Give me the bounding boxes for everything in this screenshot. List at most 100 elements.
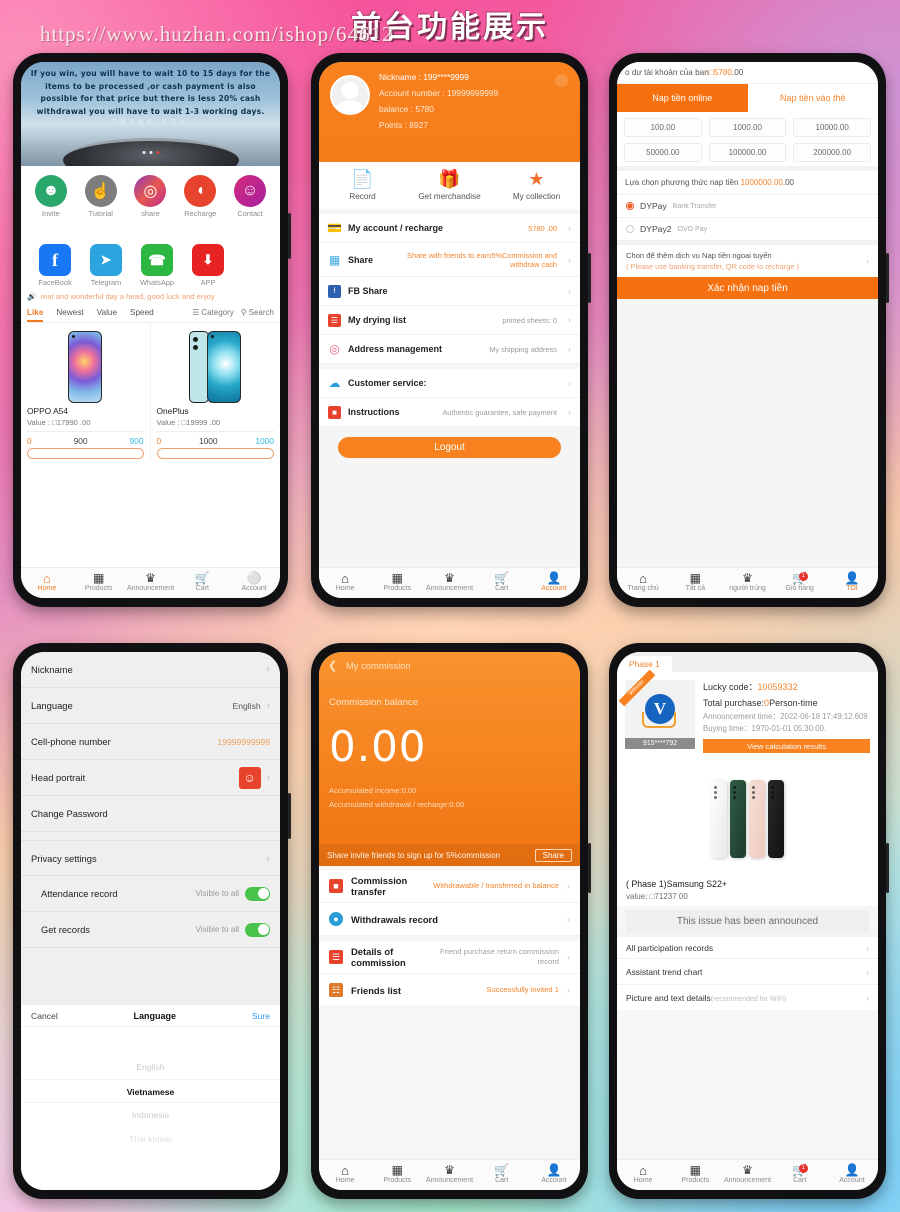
shortcut-share[interactable]: ◎ share	[126, 175, 174, 218]
toggle-switch[interactable]	[245, 922, 270, 937]
category-button[interactable]: ☰ Category	[192, 308, 234, 317]
shortcut-whatsapp[interactable]: ☎ WhatsApp	[133, 244, 181, 287]
amount-option[interactable]: 10000.00	[793, 118, 871, 137]
product-card[interactable]: OnePlus Value : □19999 .00 0 1000 1000	[151, 323, 281, 459]
search-button[interactable]: ⚲ Search	[241, 308, 274, 317]
nav-account[interactable]: ⚪ Account	[228, 568, 280, 598]
gear-icon[interactable]	[555, 74, 568, 87]
nav-cart[interactable]: 🛒 Cart	[476, 568, 528, 598]
setting-language[interactable]: Language English ›	[21, 688, 280, 724]
nav-cart[interactable]: 🛒1Cart	[774, 1160, 826, 1190]
product-buy-button[interactable]	[27, 448, 144, 459]
language-option-vietnamese[interactable]: Vietnamese	[21, 1079, 280, 1103]
setting-change-password[interactable]: Change Password	[21, 796, 280, 832]
cancel-button[interactable]: Cancel	[31, 1011, 58, 1021]
tab-value[interactable]: Value	[97, 308, 117, 317]
menu-customer-service[interactable]: ☁ Customer service: ›	[319, 369, 580, 398]
confirm-recharge-button[interactable]: Xác nhận nap tiền	[617, 277, 878, 299]
nav-products[interactable]: ▦ Products	[371, 1160, 423, 1190]
tab-like[interactable]: Like	[27, 308, 44, 322]
nav-products[interactable]: ▦ Products	[669, 1160, 721, 1190]
menu-my-account-recharge[interactable]: 💳 My account / recharge 5780 .00 ›	[319, 214, 580, 243]
amount-option[interactable]: 50000.00	[624, 143, 702, 162]
nav-account[interactable]: 👤 TÔI	[826, 568, 878, 598]
tab-recharge-online[interactable]: Nap tiền online	[617, 84, 748, 112]
nav-all[interactable]: ▦ Tất cả	[669, 568, 721, 598]
avatar[interactable]	[330, 75, 370, 115]
menu-commission-transfer[interactable]: ■ Commission transfer Withdrawable / tra…	[319, 870, 580, 903]
logout-button[interactable]: Logout	[338, 437, 561, 458]
amount-option[interactable]: 200000.00	[793, 143, 871, 162]
nav-account[interactable]: 👤 Account	[528, 568, 580, 598]
menu-fb-share[interactable]: f FB Share ›	[319, 277, 580, 306]
home-banner-carousel[interactable]: If you win, you will have to wait 10 to …	[21, 62, 280, 166]
language-option-thai[interactable]: Thai khmer	[21, 1127, 280, 1151]
tab-newest[interactable]: Newest	[56, 308, 83, 317]
nav-cart[interactable]: 🛒1Giỏ hàng	[774, 568, 826, 598]
setting-head-portrait[interactable]: Head portrait ☺ ›	[21, 760, 280, 796]
nav-home[interactable]: ⌂ Home	[21, 568, 73, 598]
setting-get-records[interactable]: Get records Visible to all	[21, 912, 280, 948]
shortcut-tutorial[interactable]: ☝ Tutorial	[77, 175, 125, 218]
nav-products[interactable]: ▦ Products	[73, 568, 125, 598]
quick-my-collection[interactable]: ★ My collection	[493, 169, 580, 201]
payment-method-dypay[interactable]: DYPay Bank Transfer	[617, 194, 878, 217]
toggle-switch[interactable]	[245, 886, 270, 901]
menu-details-of-commission[interactable]: ☰ Details of commission Friend purchase …	[319, 941, 580, 974]
sure-button[interactable]: Sure	[252, 1011, 270, 1021]
radio-button[interactable]	[626, 225, 634, 233]
menu-my-drying-list[interactable]: ☰ My drying list printed sheets: 0 ›	[319, 306, 580, 335]
language-options[interactable]: English Vietnamese Indonesia Thai khmer	[21, 1027, 280, 1151]
menu-instructions[interactable]: ■ Instructions Authentic guarantee, safe…	[319, 398, 580, 427]
amount-option[interactable]: 100000.00	[708, 143, 787, 162]
nav-home[interactable]: ⌂ Home	[319, 1160, 371, 1190]
menu-friends-list[interactable]: ☷ Friends list Successfully invited 1 ›	[319, 974, 580, 1007]
shortcut-facebook[interactable]: f FaceBook	[31, 244, 79, 287]
carousel-dots[interactable]	[142, 151, 159, 154]
account-nickname[interactable]: Nickname : 199****9999	[379, 72, 498, 82]
nav-winners[interactable]: ♛ người trúng	[721, 568, 773, 598]
language-option-indonesia[interactable]: Indonesia	[21, 1103, 280, 1127]
shortcut-contact[interactable]: ☺ Contact	[226, 175, 274, 218]
setting-privacy[interactable]: Privacy settings ›	[21, 840, 280, 876]
nav-announcement[interactable]: ♛ Announcement	[125, 568, 177, 598]
setting-cellphone-number[interactable]: Cell-phone number 19999999999	[21, 724, 280, 760]
amount-option[interactable]: 100.00	[624, 118, 702, 137]
row-picture-and-text-details[interactable]: Picture and text details(recommended for…	[617, 984, 878, 1010]
share-button[interactable]: Share	[534, 848, 572, 862]
setting-attendance-record[interactable]: Attendance record Visible to all	[21, 876, 280, 912]
tab-recharge-card[interactable]: Nap tiền vào thẻ	[747, 84, 878, 112]
product-card[interactable]: OPPO A54 Value : □17990 .00 0 900 900	[21, 323, 151, 459]
amount-option[interactable]: 1000.00	[708, 118, 787, 137]
nav-account[interactable]: 👤 Account	[528, 1160, 580, 1190]
nav-announcement[interactable]: ♛ Announcement	[423, 1160, 475, 1190]
shortcut-telegram[interactable]: ➤ Telegram	[82, 244, 130, 287]
nav-announcement[interactable]: ♛ Announcement	[721, 1160, 773, 1190]
shortcut-invite[interactable]: ☻ Invite	[27, 175, 75, 218]
language-option-english[interactable]: English	[21, 1055, 280, 1079]
chevron-left-icon[interactable]: ❮	[328, 659, 337, 672]
menu-share[interactable]: ▦ Share Share with friends to earn5%Comm…	[319, 243, 580, 277]
home-notice-bar[interactable]: 🔊 reat and wonderful day a head, good lu…	[21, 289, 280, 303]
view-calculation-results-button[interactable]: View calculation results	[703, 739, 870, 753]
setting-nickname[interactable]: Nickname ›	[21, 652, 280, 688]
avatar[interactable]: ☺	[238, 766, 261, 789]
shortcut-app[interactable]: ⬇ APP	[184, 244, 232, 287]
product-buy-button[interactable]	[156, 448, 274, 459]
tab-phase-1[interactable]: Phase 1	[617, 656, 672, 672]
nav-home[interactable]: ⌂ Home	[617, 1160, 669, 1190]
nav-account[interactable]: 👤 Account	[826, 1160, 878, 1190]
menu-withdrawals-record[interactable]: ● Withdrawals record ›	[319, 903, 580, 936]
quick-record[interactable]: 📄 Record	[319, 169, 406, 201]
payment-method-dypay2[interactable]: DYPay2 OVO Pay	[617, 217, 878, 240]
shortcut-recharge[interactable]: ◖ Recharge	[176, 175, 224, 218]
nav-home[interactable]: ⌂ Trang chủ	[617, 568, 669, 598]
nav-home[interactable]: ⌂ Home	[319, 568, 371, 598]
row-all-participation-records[interactable]: All participation records ›	[617, 932, 878, 958]
row-assistant-trend-chart[interactable]: Assistant trend chart ›	[617, 958, 878, 984]
nav-cart[interactable]: 🛒 Cart	[476, 1160, 528, 1190]
menu-address-management[interactable]: ◎ Address management My shipping address…	[319, 335, 580, 364]
nav-cart[interactable]: 🛒 Cart	[176, 568, 228, 598]
nav-products[interactable]: ▦ Products	[371, 568, 423, 598]
tab-speed[interactable]: Speed	[130, 308, 154, 317]
